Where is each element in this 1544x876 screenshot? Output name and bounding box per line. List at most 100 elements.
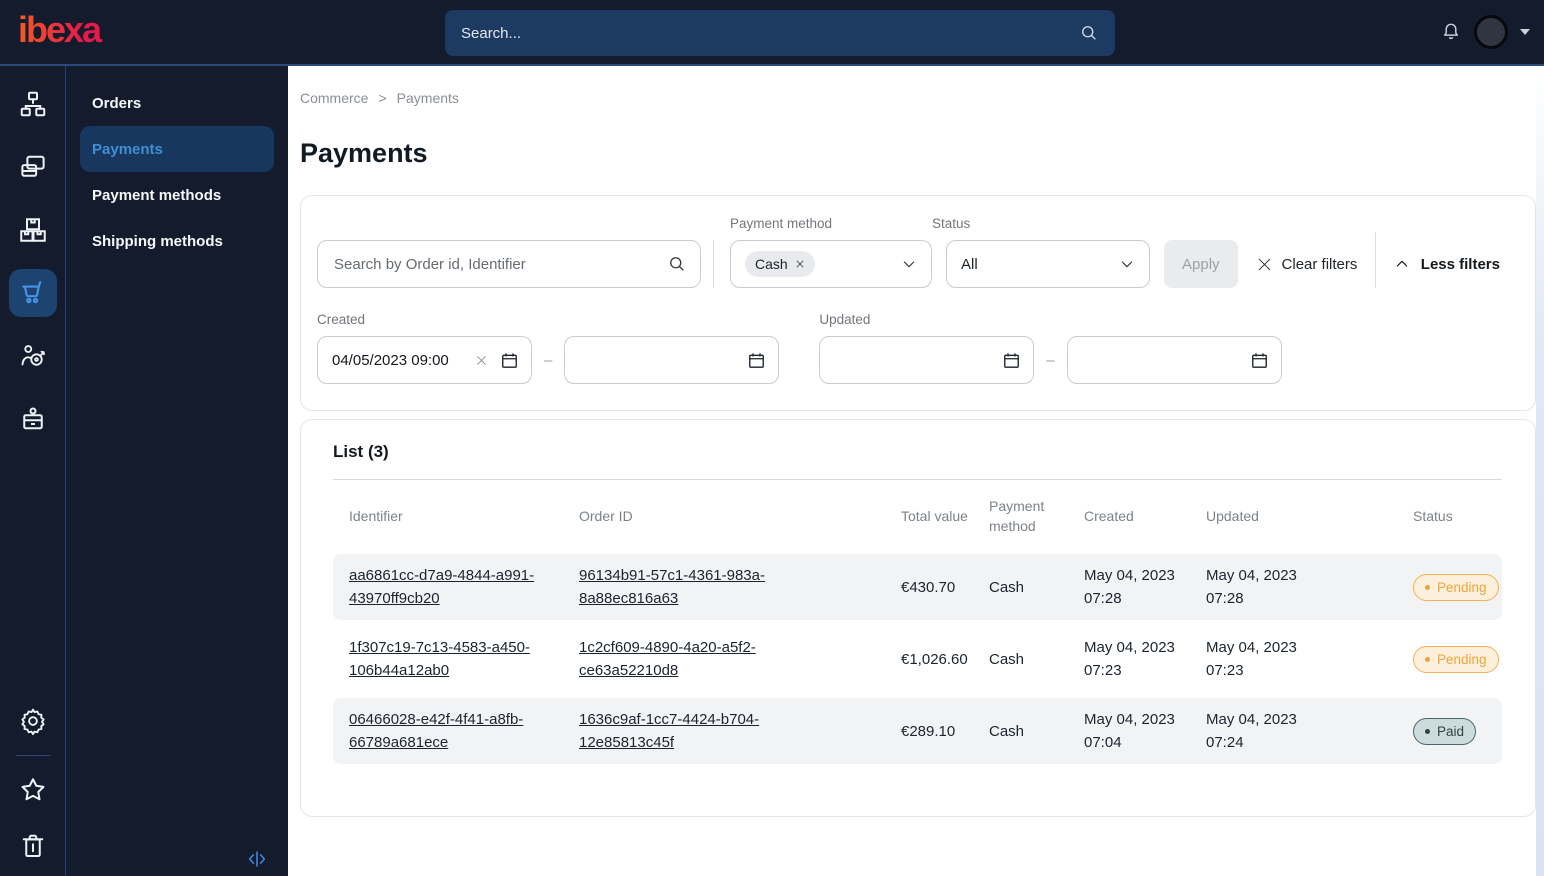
updated-date: May 04, 2023 07:28: [1206, 566, 1297, 607]
updated-from-input[interactable]: [819, 336, 1035, 384]
order-id-link[interactable]: 1636c9af-1cc7-4424-b704-12e85813c45f: [579, 708, 797, 755]
status-value: All: [961, 255, 978, 273]
sidebar-item-settings[interactable]: [0, 693, 66, 749]
page-title: Payments: [300, 138, 428, 168]
search-icon[interactable]: [667, 254, 687, 274]
created-from-value[interactable]: [332, 351, 475, 369]
total-value: €430.70: [901, 578, 956, 596]
calendar-icon[interactable]: [500, 351, 519, 370]
sidebar-item-trash[interactable]: [0, 818, 66, 874]
audience-target-icon: [21, 344, 45, 366]
table-header: Identifier Order ID Total value Payment …: [333, 480, 1502, 554]
status-dot: [1425, 728, 1430, 734]
filter-search-input[interactable]: [317, 240, 701, 288]
updated-date: May 04, 2023 07:23: [1206, 638, 1297, 679]
created-date: May 04, 2023 07:23: [1084, 638, 1175, 679]
created-from-input[interactable]: [317, 336, 532, 384]
status-dot: [1425, 656, 1430, 662]
col-identifier: Identifier: [349, 508, 403, 525]
payment-method: Cash: [989, 722, 1025, 740]
range-separator: –: [544, 351, 553, 369]
status-label: Pending: [1437, 651, 1487, 667]
calendar-icon[interactable]: [747, 351, 766, 370]
calendar-icon[interactable]: [1250, 351, 1269, 370]
chevron-down-icon: [1121, 261, 1133, 268]
col-status: Status: [1413, 508, 1453, 525]
payment-method-select[interactable]: Cash: [730, 240, 932, 288]
calendar-icon[interactable]: [1002, 351, 1021, 370]
filter-divider: [713, 240, 714, 288]
updated-range-field: Updated –: [819, 312, 1282, 384]
notifications-bell-icon[interactable]: [1440, 21, 1462, 43]
updated-to-value[interactable]: [1081, 351, 1250, 369]
filter-divider: [1374, 232, 1376, 288]
sidebar-item-payment-methods[interactable]: Payment methods: [80, 172, 274, 218]
total-value: €1,026.60: [901, 650, 968, 668]
col-updated: Updated: [1206, 508, 1259, 525]
identifier-link[interactable]: aa6861cc-d7a9-4844-a991-43970ff9cb20: [349, 564, 567, 611]
order-id-link[interactable]: 1c2cf609-4890-4a20-a5f2-ce63a52210d8: [579, 636, 797, 683]
clear-filters-label: Clear filters: [1281, 255, 1358, 273]
created-label: Created: [317, 312, 366, 327]
products-icon: [19, 217, 46, 242]
breadcrumb-commerce[interactable]: Commerce: [300, 90, 368, 106]
user-menu-caret-icon[interactable]: [1520, 29, 1530, 35]
status-dot: [1425, 584, 1430, 590]
total-value: €289.10: [901, 722, 956, 740]
col-created: Created: [1084, 508, 1134, 525]
chevron-down-icon: [903, 261, 915, 268]
sidebar-item-content-tree[interactable]: [0, 72, 66, 135]
brand-logo[interactable]: ibexa: [14, 12, 106, 52]
payment-method: Cash: [989, 650, 1025, 668]
status-label: Paid: [1437, 723, 1465, 739]
pages-icon: [20, 155, 45, 177]
global-search-input[interactable]: [461, 24, 1079, 42]
status-select[interactable]: All: [946, 240, 1150, 288]
sidebar-item-bookmarks[interactable]: [0, 762, 66, 818]
col-payment-method: Payment method: [989, 498, 1045, 534]
sidebar-item-orders[interactable]: Orders: [80, 80, 274, 126]
created-to-input[interactable]: [564, 336, 780, 384]
rail-bottom-group: [0, 693, 66, 876]
clear-date-icon[interactable]: [475, 354, 488, 367]
sitemap-icon: [20, 91, 45, 116]
updated-to-input[interactable]: [1066, 336, 1282, 384]
star-icon: [21, 778, 44, 801]
identifier-link[interactable]: 1f307c19-7c13-4583-a450-106b44a12ab0: [349, 636, 567, 683]
created-range-field: Created –: [317, 312, 780, 384]
sidebar-item-pages[interactable]: [0, 135, 66, 198]
status-badge: Paid: [1413, 717, 1477, 745]
sidebar-item-payments[interactable]: Payments: [80, 126, 274, 172]
order-id-link[interactable]: 96134b91-57c1-4361-983a-8a88ec816a63: [579, 564, 797, 611]
collapse-icon: [248, 851, 266, 867]
list-title: List (3): [333, 442, 389, 461]
sidebar-item-commerce[interactable]: [0, 261, 66, 324]
updated-date: May 04, 2023 07:24: [1206, 710, 1297, 751]
chevron-up-icon: [1396, 260, 1408, 267]
breadcrumb-separator: >: [378, 90, 387, 106]
sidebar-item-audience[interactable]: [0, 324, 66, 387]
user-avatar[interactable]: [1474, 15, 1508, 49]
less-filters-toggle[interactable]: Less filters: [1394, 240, 1500, 288]
filter-search: [317, 240, 701, 288]
status-label: Pending: [1437, 579, 1487, 595]
sidebar-item-shipping-methods[interactable]: Shipping methods: [80, 218, 274, 264]
chip-remove-icon[interactable]: [795, 259, 805, 269]
sidebar-collapse-button[interactable]: [246, 848, 268, 870]
topbar: ibexa: [0, 0, 1544, 66]
scroll-edge: [1536, 66, 1544, 876]
created-to-value[interactable]: [579, 351, 748, 369]
gear-icon: [20, 708, 45, 736]
filters-card: Payment method Cash Status All: [300, 195, 1536, 411]
table-row: 06466028-e42f-4f41-a8fb-66789a681ece 163…: [333, 698, 1502, 764]
updated-from-value[interactable]: [834, 351, 1003, 369]
identifier-link[interactable]: 06466028-e42f-4f41-a8fb-66789a681ece: [349, 708, 567, 755]
apply-button[interactable]: Apply: [1164, 240, 1238, 288]
payment-method-chip: Cash: [745, 251, 815, 277]
main-content: Commerce > Payments Payments Payment met…: [288, 66, 1544, 876]
payment-method: Cash: [989, 578, 1025, 596]
sidebar-item-company[interactable]: [0, 387, 66, 450]
clear-filters-button[interactable]: Clear filters: [1256, 240, 1358, 288]
global-search[interactable]: [445, 10, 1115, 56]
sidebar-item-products[interactable]: [0, 198, 66, 261]
